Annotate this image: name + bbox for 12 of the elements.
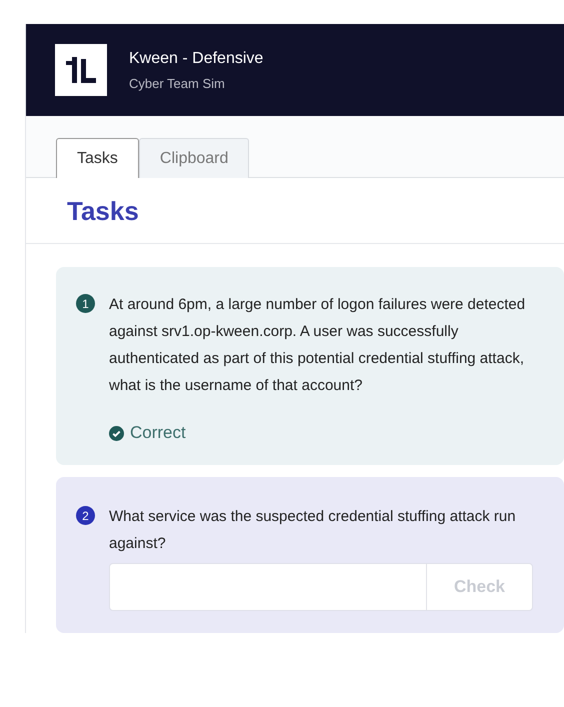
logo-icon [55, 44, 107, 96]
status-text: Correct [130, 423, 186, 443]
check-circle-icon [109, 426, 124, 440]
app-title: Kween - Defensive [129, 50, 264, 68]
tab[interactable]: Tasks [56, 138, 139, 178]
app-subtitle: Cyber Team Sim [129, 76, 226, 90]
number-badge: 1 [76, 294, 95, 313]
section-heading: Tasks [26, 178, 564, 244]
question-text: What service was the suspected credential stuffing attack run against? [109, 507, 517, 554]
question-text: At around 6pm, a large number of logon failures were detected against srv1.op-kween.corp. A user was successfully authenticated as part of this potential credential stuffing attack, what is the username of that account? [109, 295, 526, 396]
number-badge: 2 [76, 506, 95, 525]
tab[interactable]: Clipboard [138, 138, 250, 178]
